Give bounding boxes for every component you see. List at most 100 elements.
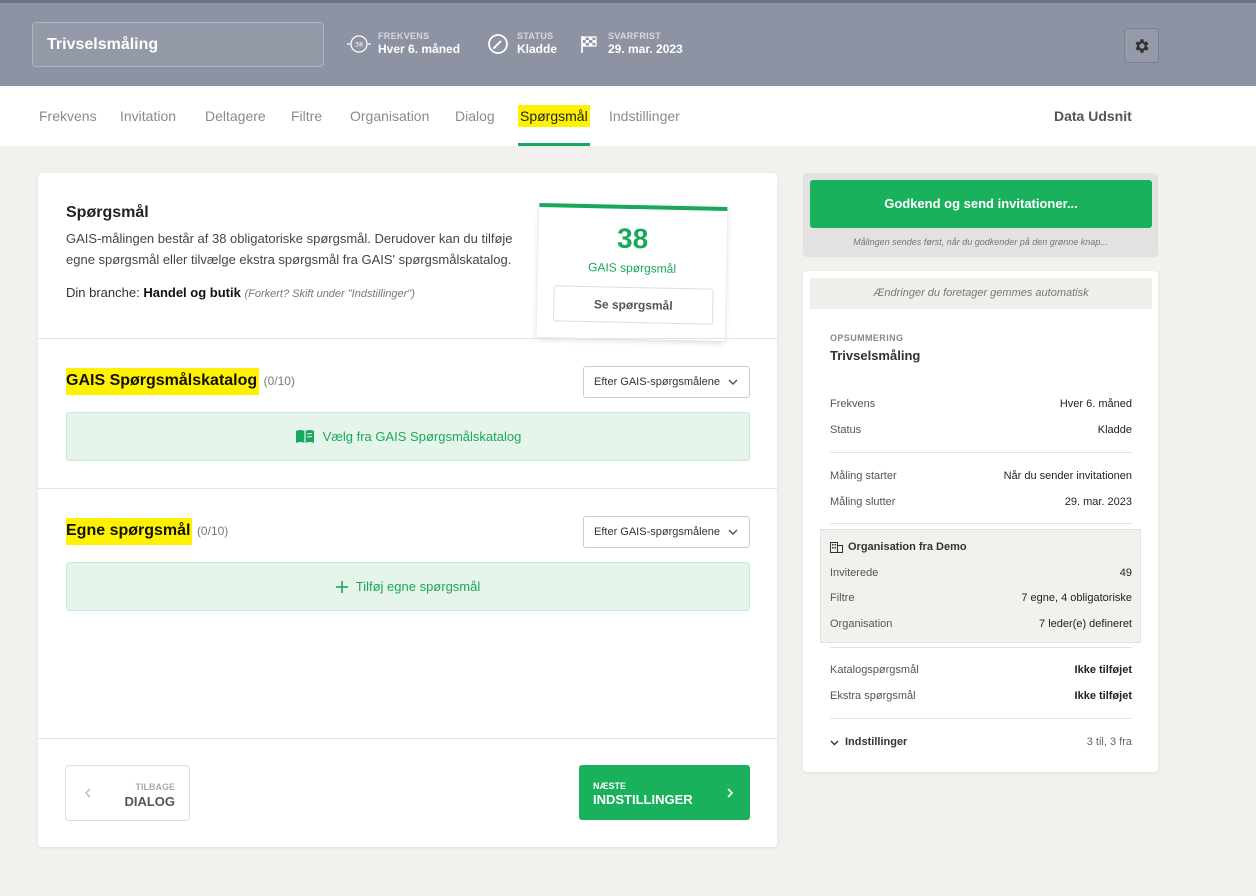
summary-panel: Ændringer du foretager gemmes automatisk…	[803, 271, 1158, 772]
summary-row-key: Katalogspørgsmål	[830, 664, 919, 676]
summary-row: Filtre 7 egne, 4 obligatoriske	[830, 592, 1132, 604]
tab-indstillinger[interactable]: Indstillinger	[609, 86, 680, 146]
next-button-hint: NÆSTE	[593, 781, 627, 791]
see-questions-button[interactable]: Se spørgsmål	[552, 285, 714, 325]
summary-row-value: Kladde	[1097, 424, 1132, 436]
own-title-text: Egne spørgsmål	[66, 518, 193, 545]
choose-from-catalog-button[interactable]: Vælg fra GAIS Spørgsmålskatalog	[66, 412, 750, 461]
pencil-circle-icon	[486, 32, 510, 56]
meta-status-value: Kladde	[517, 42, 558, 56]
tab-deltagere[interactable]: Deltagere	[205, 86, 266, 146]
summary-divider	[830, 718, 1132, 719]
summary-row-value: 7 egne, 4 obligatoriske	[1021, 592, 1132, 604]
meta-status: STATUS Kladde	[486, 31, 557, 57]
tab-spoergsmaal[interactable]: Spørgsmål	[518, 86, 590, 146]
summary-row-value: Hver 6. måned	[1059, 398, 1132, 410]
summary-row-key: Filtre	[830, 592, 855, 604]
approve-note: Målingen sendes først, når du godkender …	[853, 237, 1108, 247]
meta-deadline: SVARFRIST 29. mar. 2023	[577, 31, 683, 57]
summary-row-key: Frekvens	[830, 398, 876, 410]
tab-invitation[interactable]: Invitation	[120, 86, 176, 146]
checkered-flag-icon	[577, 32, 601, 56]
branche-hint: (Forkert? Skift under "Indstillinger")	[244, 288, 415, 300]
summary-row: Måling slutter 29. mar. 2023	[830, 496, 1132, 508]
catalog-title-text: GAIS Spørgsmålskatalog	[66, 368, 260, 395]
add-own-question-button[interactable]: Tilføj egne spørgsmål	[66, 562, 750, 611]
summary-label: OPSUMMERING	[830, 333, 904, 343]
summary-row-key: Inviterede	[830, 567, 879, 579]
settings-button[interactable]	[1124, 28, 1159, 63]
next-button-label: INDSTILLINGER	[593, 792, 693, 807]
organisation-title: Organisation fra Demo	[830, 541, 967, 553]
back-button-label: DIALOG	[124, 794, 175, 809]
autosave-notice: Ændringer du foretager gemmes automatisk	[810, 278, 1152, 309]
plus-icon	[335, 580, 348, 593]
summary-divider	[830, 452, 1132, 453]
summary-row: Frekvens Hver 6. måned	[830, 398, 1132, 410]
meta-frequency: 38 FREKVENS Hver 6. måned	[347, 31, 460, 57]
approve-panel: Godkend og send invitationer... Målingen…	[803, 173, 1158, 257]
gais-question-count-label: GAIS spørgsmål	[587, 260, 677, 276]
meta-frequency-label: FREKVENS	[378, 31, 430, 41]
summary-row-key: Måling starter	[830, 470, 897, 482]
organisation-title-text: Organisation fra Demo	[848, 541, 967, 553]
summary-row: Inviterede 49	[830, 567, 1132, 579]
frequency-38-icon: 38	[347, 32, 371, 56]
tab-filtre[interactable]: Filtre	[291, 86, 322, 146]
branche-line: Din branche: Handel og butik (Forkert? S…	[66, 285, 415, 300]
catalog-count: (0/10)	[263, 374, 295, 388]
summary-row: Katalogspørgsmål Ikke tilføjet	[830, 664, 1132, 676]
chevron-down-icon	[728, 517, 738, 559]
gais-question-count: 38	[616, 222, 649, 255]
divider	[38, 488, 777, 489]
summary-row: Måling starter Når du sender invitatione…	[830, 470, 1132, 482]
meta-status-label: STATUS	[517, 31, 554, 41]
summary-divider	[830, 523, 1132, 524]
summary-row-key: Organisation	[830, 618, 893, 630]
tab-organisation[interactable]: Organisation	[350, 86, 429, 146]
own-section-title: Egne spørgsmål (0/10)	[66, 518, 229, 545]
settings-label: Indstillinger	[845, 736, 908, 748]
data-udsnit-link[interactable]: Data Udsnit	[1054, 86, 1132, 146]
survey-title-field[interactable]: Trivselsmåling	[32, 22, 324, 67]
meta-frequency-value: Hver 6. måned	[378, 42, 461, 56]
own-sort-value: Efter GAIS-spørgsmålene	[594, 526, 720, 538]
chevron-down-icon	[830, 738, 839, 747]
summary-divider	[830, 647, 1132, 648]
summary-row-key: Måling slutter	[830, 496, 896, 508]
catalog-sort-value: Efter GAIS-spørgsmålene	[594, 376, 720, 388]
chevron-down-icon	[728, 367, 738, 409]
page-title: Spørgsmål	[66, 204, 149, 221]
book-icon	[295, 429, 315, 444]
summary-row: Organisation 7 leder(e) defineret	[830, 618, 1132, 630]
settings-toggle[interactable]: Indstillinger 3 til, 3 fra	[830, 736, 1132, 748]
back-button[interactable]: TILBAGE DIALOG	[65, 765, 190, 821]
chevron-left-icon	[84, 785, 92, 806]
tab-spoergsmaal-label: Spørgsmål	[518, 105, 590, 127]
gear-icon	[1135, 38, 1148, 53]
tab-frekvens[interactable]: Frekvens	[39, 86, 97, 146]
summary-row: Status Kladde	[830, 424, 1132, 436]
approve-send-button[interactable]: Godkend og send invitationer...	[810, 180, 1152, 228]
top-header: Trivselsmåling 38 FREKVENS Hver 6. måned…	[0, 0, 1256, 86]
summary-row-value: 49	[1119, 567, 1132, 579]
questions-card: Spørgsmål GAIS-målingen består af 38 obl…	[38, 173, 777, 847]
summary-row-value: Ikke tilføjet	[1074, 690, 1132, 702]
divider	[38, 338, 777, 339]
tab-dialog[interactable]: Dialog	[455, 86, 495, 146]
svg-text:38: 38	[355, 40, 363, 48]
meta-deadline-value: 29. mar. 2023	[608, 42, 683, 56]
own-sort-select[interactable]: Efter GAIS-spørgsmålene	[583, 516, 750, 548]
add-own-question-label: Tilføj egne spørgsmål	[355, 579, 481, 594]
catalog-sort-select[interactable]: Efter GAIS-spørgsmålene	[583, 366, 750, 398]
summary-row-key: Ekstra spørgsmål	[830, 690, 916, 702]
choose-from-catalog-label: Vælg fra GAIS Spørgsmålskatalog	[322, 429, 522, 444]
catalog-section-title: GAIS Spørgsmålskatalog (0/10)	[66, 368, 295, 395]
own-count: (0/10)	[196, 524, 229, 538]
summary-row: Ekstra spørgsmål Ikke tilføjet	[830, 690, 1132, 702]
divider	[38, 738, 777, 739]
branche-prefix: Din branche:	[66, 285, 144, 300]
chevron-right-icon	[726, 785, 734, 806]
summary-row-key: Status	[830, 424, 862, 436]
next-button[interactable]: NÆSTE INDSTILLINGER	[579, 765, 750, 820]
